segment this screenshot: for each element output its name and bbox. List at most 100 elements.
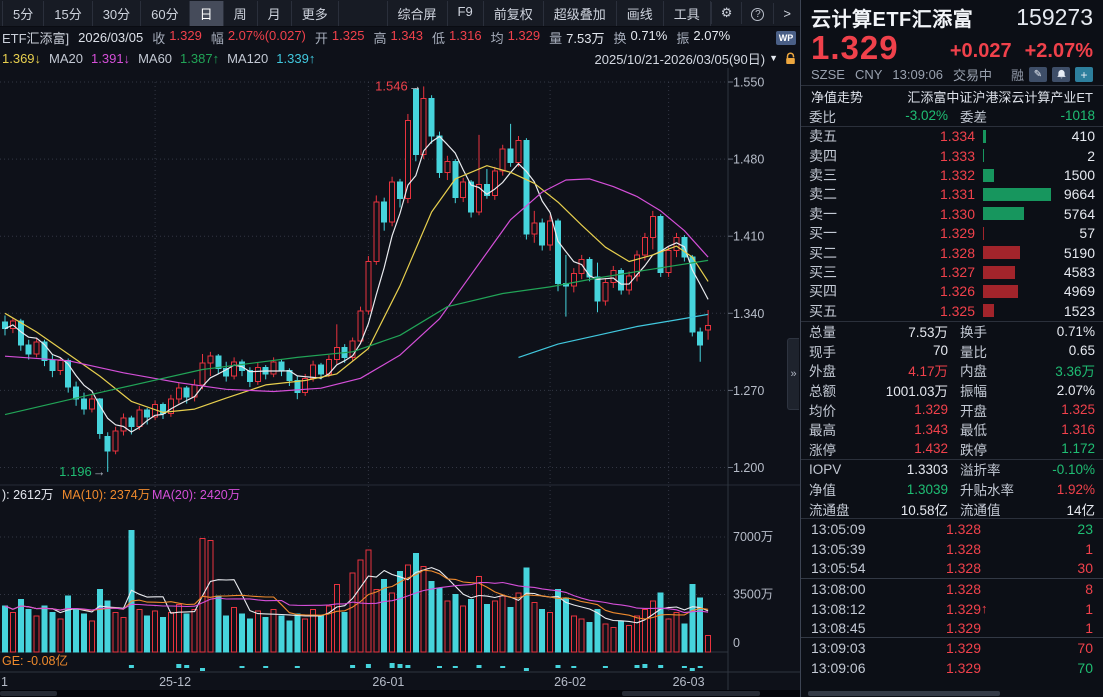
settings-gear-icon[interactable]: ⚙	[711, 2, 742, 24]
stat-row: 净值1.3039升贴水率1.92%	[801, 479, 1103, 499]
expand-chevron-icon[interactable]: >	[773, 3, 800, 24]
field-label: 量	[549, 28, 562, 47]
range-dropdown-icon[interactable]: ▼	[769, 53, 778, 63]
ask-volume-bar	[983, 130, 986, 143]
tick-row[interactable]: 13:09:061.32970	[801, 658, 1103, 678]
tick-list[interactable]: 13:05:091.32823 13:05:39 1.328 1 13:05:541.3…	[801, 519, 1103, 677]
tick-row[interactable]: 13:05:391.3281	[801, 539, 1103, 559]
bid-row[interactable]: 买四1.3264969	[801, 282, 1103, 301]
tool-button-前复权[interactable]: 前复权	[484, 1, 544, 26]
scrollbar-segment[interactable]	[0, 691, 57, 696]
alert-bell-icon[interactable]	[1052, 67, 1070, 82]
ask-price: 1.332	[855, 167, 975, 183]
stat-row: 总量7.53万换手0.71%	[801, 322, 1103, 342]
tick-row[interactable]: 13:05:541.32830	[801, 559, 1103, 579]
tick-row[interactable]: 13:08:001.3288	[801, 579, 1103, 599]
scrollbar-thumb[interactable]	[808, 691, 1000, 696]
tool-button-F9[interactable]: F9	[448, 1, 484, 26]
book-bar-track	[983, 188, 1039, 201]
field-label: 低	[432, 28, 445, 47]
tick-row[interactable]: 13:09:031.32970	[801, 638, 1103, 658]
tick-time: 13:05:39	[811, 541, 883, 557]
stat-value: 1.316	[1030, 422, 1095, 437]
ma-values: 1.369↓MA201.391↓MA601.387↑MA1201.339↑	[2, 51, 315, 66]
tick-volume: 1	[996, 541, 1093, 557]
lock-icon[interactable]	[785, 52, 796, 65]
bid-row[interactable]: 买二1.3285190	[801, 243, 1103, 262]
axis-label: 1.550	[733, 76, 764, 90]
tool-button-综合屏[interactable]: 综合屏	[387, 1, 448, 26]
tool-button-画线[interactable]: 画线	[617, 1, 664, 26]
period-tab-60分[interactable]: 60分	[141, 1, 189, 26]
tick-row[interactable]: 13:08:451.3291	[801, 618, 1103, 638]
ask-row[interactable]: 卖一1.3305764	[801, 204, 1103, 223]
order-book: 卖五1.334410卖四1.3332卖三1.3321500卖二1.3319664…	[801, 127, 1103, 321]
nav-row[interactable]: 净值走势 汇添富中证沪港深云计算产业ET	[801, 86, 1103, 106]
edit-pencil-icon[interactable]: ✎	[1029, 67, 1047, 82]
chart-panel: 5分15分30分60分日周月更多 综合屏F9前复权超级叠加画线工具 ⚙ ? > …	[0, 0, 800, 697]
period-tab-15分[interactable]: 15分	[44, 1, 92, 26]
stat-value: 70	[861, 343, 948, 358]
period-tab-日[interactable]: 日	[190, 1, 224, 26]
ma-legend-bar: 1.369↓MA201.391↓MA601.387↑MA1201.339↑ 20…	[0, 48, 800, 68]
help-icon[interactable]: ?	[741, 2, 773, 24]
book-bar-track	[983, 304, 1039, 317]
ask-row[interactable]: 卖四1.3332	[801, 146, 1103, 165]
tool-buttons: 综合屏F9前复权超级叠加画线工具	[387, 1, 711, 26]
stat-value: 2.07%	[1030, 383, 1095, 398]
tick-row[interactable]: 13:05:091.32823	[801, 519, 1103, 539]
ask-row[interactable]: 卖五1.334410	[801, 127, 1103, 146]
period-tab-30分[interactable]: 30分	[93, 1, 141, 26]
bid-row[interactable]: 买五1.3251523	[801, 301, 1103, 320]
stat-label: 最低	[960, 419, 1030, 439]
axis-label: 1.340	[733, 307, 764, 321]
stat-value: 1.432	[861, 441, 948, 456]
ask-label: 卖四	[809, 146, 855, 166]
chart-canvas[interactable]: 1.5501.4801.4101.3401.2701.2007000万3500万…	[0, 68, 800, 690]
tick-price: 1.328	[883, 581, 981, 597]
bid-label: 买四	[809, 281, 855, 301]
bid-volume: 4583	[1039, 264, 1095, 280]
bid-volume: 5190	[1039, 245, 1095, 261]
horizontal-scrollbar[interactable]	[0, 690, 800, 697]
ask-row[interactable]: 卖二1.3319664	[801, 185, 1103, 204]
axis-label: 26-02	[554, 675, 586, 689]
weicha-value: -1018	[1030, 108, 1095, 123]
bid-row[interactable]: 买一1.32957	[801, 224, 1103, 243]
period-tab-月[interactable]: 月	[258, 1, 292, 26]
low-price-label: 1.196	[59, 464, 92, 479]
candlestick-chart-area[interactable]: 1.5501.4801.4101.3401.2701.2007000万3500万…	[0, 68, 800, 690]
bid-row[interactable]: 买三1.3274583	[801, 262, 1103, 281]
add-plus-icon[interactable]: +	[1075, 67, 1093, 82]
tick-price: 1.329	[883, 640, 981, 656]
ma-value: 1.369↓	[2, 51, 41, 66]
range-selector[interactable]: 2025/10/21-2026/03/05(90日) ▼	[595, 49, 797, 68]
ma-label: MA20	[49, 51, 83, 66]
currency-label: CNY	[855, 67, 882, 82]
wp-badge-icon[interactable]: WP	[776, 31, 796, 45]
period-tab-5分[interactable]: 5分	[2, 1, 44, 26]
stat-value: 0.71%	[1030, 324, 1095, 339]
ma-value: 1.391↓	[91, 51, 130, 66]
period-tab-周[interactable]: 周	[224, 1, 258, 26]
ask-row[interactable]: 卖三1.3321500	[801, 165, 1103, 184]
ask-volume: 410	[1039, 128, 1095, 144]
weibi-row: 委比 -3.02% 委差 -1018	[801, 106, 1103, 126]
bid-volume-bar	[983, 285, 1018, 298]
axis-label: 1	[1, 675, 8, 689]
tick-row[interactable]: 13:08:121.329↑1	[801, 599, 1103, 619]
bid-volume-bar	[983, 246, 1020, 259]
trading-app-window: 5分15分30分60分日周月更多 综合屏F9前复权超级叠加画线工具 ⚙ ? > …	[0, 0, 1103, 697]
field-label: 开	[315, 28, 328, 47]
ask-volume-bar	[983, 169, 994, 182]
tick-time: 13:09:06	[811, 660, 883, 676]
tool-button-超级叠加[interactable]: 超级叠加	[544, 1, 617, 26]
volume-ma5-label: ): 2612万	[2, 488, 53, 502]
panel-collapse-handle[interactable]: »	[787, 338, 799, 410]
stat-label: 跌停	[960, 439, 1030, 459]
period-tab-更多[interactable]: 更多	[292, 1, 339, 26]
stat-row: 外盘4.17万内盘3.36万	[801, 361, 1103, 381]
tool-button-工具[interactable]: 工具	[664, 1, 711, 26]
scrollbar-segment[interactable]	[622, 691, 760, 696]
field-label: 均	[491, 28, 504, 47]
